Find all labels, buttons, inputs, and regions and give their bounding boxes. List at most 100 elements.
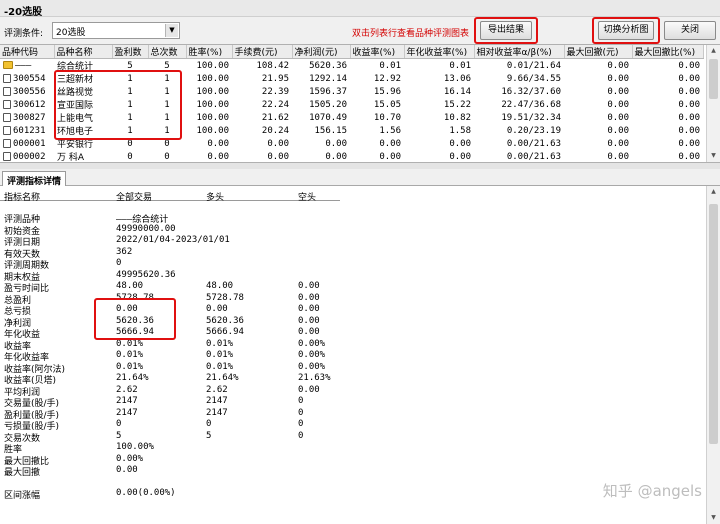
column-header[interactable]: 相对收益率α/β(%)	[474, 45, 565, 59]
column-header[interactable]: 胜率(%)	[186, 45, 233, 59]
column-header[interactable]: 净利润(元)	[292, 45, 351, 59]
value-all: 0.00%	[116, 453, 144, 464]
detail-row: 评测日期 2022/01/04-2023/01/01	[0, 235, 400, 248]
checkbox-icon[interactable]	[3, 151, 11, 161]
chevron-down-icon[interactable]: ▼	[165, 24, 178, 37]
table-row[interactable]: 300827 上能电气 1 1 100.00 21.62 1070.49 10.70 10.82…	[0, 111, 703, 124]
value-all: 0.00(0.00%)	[116, 488, 176, 498]
detail-row: 亏损量(股/手) 0 0 0	[0, 419, 400, 432]
value-long: 0.00	[206, 304, 228, 314]
column-header[interactable]: 手续费(元)	[232, 45, 293, 59]
detail-row: 初始资金 49990000.00	[0, 224, 400, 237]
scroll-down-icon[interactable]: ▼	[707, 512, 720, 524]
export-button[interactable]: 导出结果	[480, 21, 532, 40]
table-cell: 1292.14	[309, 73, 347, 84]
checkbox-icon[interactable]	[3, 73, 11, 83]
column-header[interactable]: 最大回撤(元)	[564, 45, 633, 59]
switch-chart-button[interactable]: 切换分析图	[598, 21, 654, 40]
table-row[interactable]: ——— 综合统计 5 5 100.00 108.42 5620.36 0.01 0.01 0.01…	[0, 59, 703, 72]
value-all: 49995620.36	[116, 269, 176, 280]
condition-select[interactable]: 20选股 ▼	[52, 22, 180, 39]
detail-scrollbar[interactable]: ▲ ▼	[706, 186, 720, 524]
scroll-thumb[interactable]	[709, 204, 718, 444]
table-cell: 0.00	[678, 99, 700, 110]
scroll-up-icon[interactable]: ▲	[707, 45, 720, 57]
column-header[interactable]: 品种代码	[0, 45, 55, 59]
table-cell: 1	[164, 99, 170, 110]
table-cell: 1	[127, 86, 133, 97]
table-row[interactable]: 000001 平安银行 0 0 0.00 0.00 0.00 0.00 0.00 0.00/21.…	[0, 137, 703, 150]
table-cell: 0.00	[325, 138, 347, 149]
table-cell: 0	[127, 138, 133, 149]
table-cell: 0.00	[607, 60, 629, 71]
value-long: 48.00	[206, 281, 234, 291]
toolbar: 评测条件: 20选股 ▼ 双击列表行查看品种评测图表 导出结果 切换分析图 关闭	[0, 17, 720, 44]
table-cell: 15.22	[443, 99, 471, 110]
column-header[interactable]: 收益率(%)	[350, 45, 405, 59]
column-header[interactable]: 年化收益率(%)	[404, 45, 475, 59]
close-button[interactable]: 关闭	[664, 21, 716, 40]
table-row[interactable]: 601231 环旭电子 1 1 100.00 20.24 156.15 1.56 1.58 0.2…	[0, 124, 703, 137]
detail-row: 收益率 0.01% 0.01% 0.00%	[0, 338, 400, 352]
table-cell: 1505.20	[309, 99, 347, 110]
header-long: 多头	[206, 193, 225, 203]
detail-row: 交易量(股/手) 2147 2147 0	[0, 396, 400, 409]
scroll-down-icon[interactable]: ▼	[707, 150, 720, 162]
detail-row: 最大回撤比 0.00%	[0, 453, 400, 467]
detail-row: 平均利润 2.62 2.62 0.00	[0, 385, 400, 398]
table-cell: 1	[164, 125, 170, 136]
grid-scrollbar[interactable]: ▲ ▼	[706, 45, 720, 162]
table-row[interactable]: 300554 三超新材 1 1 100.00 21.95 1292.14 12.92 13.06…	[0, 72, 703, 85]
table-cell: 601231	[0, 124, 54, 137]
header-short: 空头	[298, 193, 317, 203]
table-row[interactable]: 000002 万 科A 0 0 0.00 0.00 0.00 0.00 0.00 0.00/21.…	[0, 150, 703, 163]
table-cell: 5620.36	[309, 60, 347, 71]
table-cell: 0.00/21.63	[506, 138, 561, 149]
checkbox-icon[interactable]	[3, 125, 11, 135]
value-long: 5	[206, 430, 212, 441]
result-table: 品种代码 品种名称 盈利数 总次数 胜率(%) 手续费(元) 净利润(元) 收益率(%) 年化收…	[0, 45, 704, 163]
column-header[interactable]: 品种名称	[54, 45, 113, 59]
column-header[interactable]: 总次数	[148, 45, 187, 59]
table-cell: 1	[127, 73, 133, 84]
table-row[interactable]: 300556 丝路视觉 1 1 100.00 22.39 1596.37 15.96 16.14…	[0, 85, 703, 98]
value-all: 5666.94	[116, 327, 154, 337]
table-row[interactable]: 300612 宣亚国际 1 1 100.00 22.24 1505.20 15.05 15.22…	[0, 98, 703, 111]
table-cell: 三超新材	[57, 75, 94, 85]
table-cell: 万 科A	[57, 153, 85, 163]
tab-detail[interactable]: 评测指标详情	[2, 171, 67, 187]
scroll-up-icon[interactable]: ▲	[707, 186, 720, 198]
checkbox-icon[interactable]	[3, 99, 11, 109]
table-cell: 0.00	[607, 73, 629, 84]
detail-row: 交易次数 5 5 0	[0, 430, 400, 444]
column-header[interactable]: 盈利数	[112, 45, 149, 59]
checkbox-icon[interactable]	[3, 112, 11, 122]
table-cell: 22.47/36.68	[501, 99, 561, 110]
table-cell: 0.00	[607, 86, 629, 97]
checkbox-icon[interactable]	[3, 138, 11, 148]
table-cell: 10.82	[443, 112, 471, 123]
table-cell: 0.00	[678, 151, 700, 162]
checkbox-icon[interactable]	[3, 86, 11, 96]
result-grid[interactable]: 品种代码 品种名称 盈利数 总次数 胜率(%) 手续费(元) 净利润(元) 收益率(%) 年化收…	[0, 44, 720, 163]
table-cell: 0	[127, 151, 133, 162]
table-cell: 0.01/21.64	[506, 60, 561, 71]
table-cell: 21.95	[261, 73, 289, 84]
value-short: 0.00%	[298, 338, 326, 349]
table-cell: 1070.49	[309, 112, 347, 123]
table-cell: 环旭电子	[57, 127, 94, 137]
table-cell: 0.20/23.19	[506, 125, 561, 136]
value-short: 0	[298, 407, 304, 418]
table-cell: 108.42	[256, 60, 289, 71]
detail-row	[0, 477, 400, 489]
stock-code: ———	[15, 60, 32, 71]
detail-row: 总盈利 5728.78 5728.78 0.00	[0, 292, 400, 306]
table-cell: 1	[127, 125, 133, 136]
value-long: 5728.78	[206, 292, 244, 303]
scroll-thumb[interactable]	[709, 59, 718, 99]
table-cell: 15.96	[373, 86, 401, 97]
column-header[interactable]: 最大回撤比(%)	[632, 45, 704, 59]
table-cell: 0.00	[678, 125, 700, 136]
header-metric: 指标名称	[4, 193, 41, 203]
table-body: ——— 综合统计 5 5 100.00 108.42 5620.36 0.01 0.01 0.01…	[0, 59, 703, 163]
